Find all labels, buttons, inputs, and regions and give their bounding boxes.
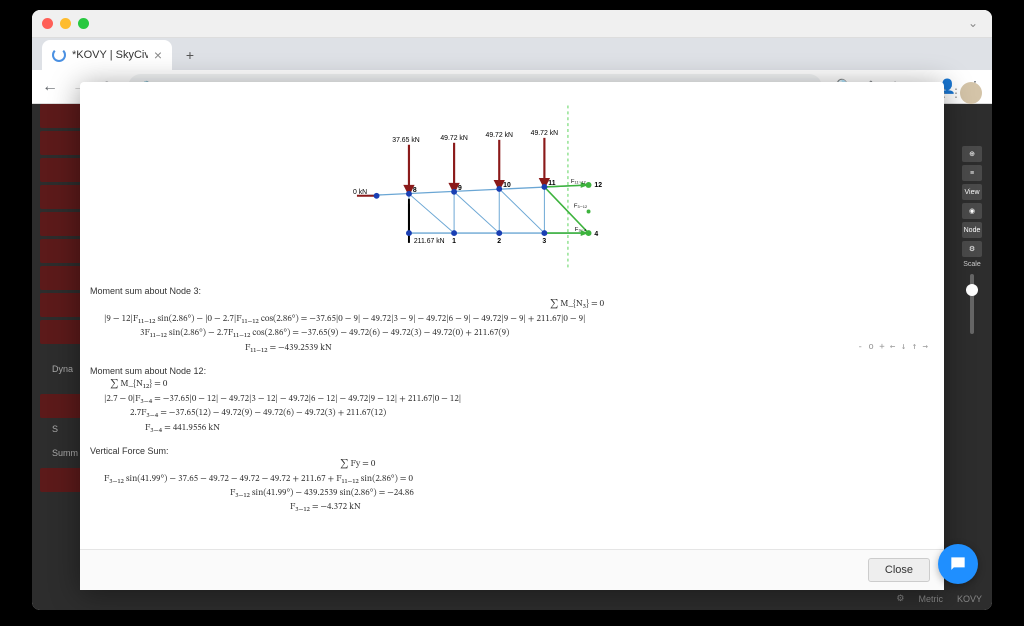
browser-tab[interactable]: *KOVY | SkyCiv ×: [42, 40, 172, 70]
titlebar: [32, 10, 992, 38]
eq: |2.7 − 0|F₃₋₄ = −37.65|0 − 12| − 49.72|3…: [104, 393, 934, 407]
panel-row[interactable]: [40, 468, 85, 492]
scale-label: Scale: [962, 261, 982, 268]
eq: ∑ M_{N₁₂} = 0: [110, 378, 934, 392]
section-summ: Summ: [52, 448, 78, 458]
load-label: 49.72 kN: [531, 130, 559, 137]
svg-text:2: 2: [497, 238, 501, 245]
load-label: 49.72 kN: [440, 135, 468, 142]
load-label: 37.65 kN: [392, 137, 420, 144]
chat-bubble-icon[interactable]: [938, 544, 978, 584]
rail-node[interactable]: Node: [962, 222, 982, 238]
favicon-icon: [52, 48, 66, 62]
sec3-title: Vertical Force Sum:: [90, 444, 934, 458]
eq: F₃₋₄ = 441.9556 kN: [145, 422, 934, 436]
panel-row[interactable]: [40, 239, 85, 263]
rail-add-node[interactable]: ⊕: [962, 146, 982, 162]
svg-text:9: 9: [458, 185, 462, 192]
panel-row[interactable]: [40, 212, 85, 236]
svg-text:1: 1: [452, 238, 456, 245]
panel-row[interactable]: [40, 131, 85, 155]
section-s: S: [52, 424, 58, 434]
panel-row[interactable]: [40, 158, 85, 182]
modal-body[interactable]: 37.65 kN 49.72 kN 49.72 kN 49.72 kN 0 kN…: [80, 82, 944, 549]
svg-text:11: 11: [548, 180, 555, 187]
close-button[interactable]: Close: [868, 558, 930, 582]
panel-row[interactable]: [40, 394, 85, 418]
right-rail: ⊕ ≡ View ◉ Node ⚙ Scale: [962, 110, 982, 340]
project-name: KOVY: [957, 594, 982, 604]
gear-icon[interactable]: ⚙: [896, 593, 904, 604]
svg-text:4: 4: [594, 231, 598, 238]
panel-row[interactable]: [40, 185, 85, 209]
panel-row[interactable]: [40, 266, 85, 290]
eq: F₃₋₁₂ sin(41.99°) − 37.65 − 49.72 − 49.7…: [104, 473, 934, 487]
sec2-title: Moment sum about Node 12:: [90, 364, 934, 378]
force-label: F₃₋₁₂: [574, 204, 587, 210]
bottom-status: ⚙ Metric KOVY: [896, 593, 982, 604]
eq: ∑ Fy = 0: [340, 458, 934, 472]
eq: F₃₋₁₂ sin(41.99°) − 439.2539 sin(2.86°) …: [230, 487, 934, 501]
section-dyna: Dyna: [52, 364, 73, 374]
load-label: 49.72 kN: [486, 132, 514, 139]
scale-slider[interactable]: [970, 274, 974, 334]
eq: F₁₁₋₁₂ = −439.2539 kN: [245, 342, 934, 356]
minimize-window-icon[interactable]: [60, 18, 71, 29]
results-modal: 37.65 kN 49.72 kN 49.72 kN 49.72 kN 0 kN…: [80, 82, 944, 590]
eq: F₃₋₁₂ = −4.372 kN: [290, 501, 934, 515]
close-window-icon[interactable]: [42, 18, 53, 29]
nav-keys-hint: - o + ← ↓ ↑ →: [858, 342, 928, 352]
force-label: F₃₋₄: [575, 227, 587, 233]
svg-text:3: 3: [542, 238, 546, 245]
truss-diagram: 37.65 kN 49.72 kN 49.72 kN 49.72 kN 0 kN…: [90, 94, 934, 274]
eq: 2.7F₃₋₄ = −37.65(12) − 49.72(9) − 49.72(…: [130, 407, 934, 421]
eq: ∑ M_{N₃} = 0: [220, 298, 934, 312]
modal-footer: Close: [80, 549, 944, 590]
tab-title: *KOVY | SkyCiv: [72, 49, 148, 61]
rail-members[interactable]: ≡: [962, 165, 982, 181]
sec1-title: Moment sum about Node 3:: [90, 284, 934, 298]
svg-text:10: 10: [503, 182, 511, 189]
zero-load: 0 kN: [353, 189, 367, 196]
force-label: F₁₁₋₁₂: [571, 179, 586, 185]
reaction-label: 211.67 kN: [414, 238, 445, 245]
back-button[interactable]: ←: [42, 78, 58, 96]
window-chevron: ⌄: [968, 16, 978, 30]
avatar[interactable]: [960, 82, 982, 104]
eq: 3F₁₁₋₁₂ sin(2.86°) − 2.7F₁₁₋₁₂ cos(2.86°…: [140, 327, 934, 341]
left-panel: Dyna S Summ: [40, 104, 85, 584]
svg-text:8: 8: [413, 187, 417, 194]
eq: |9 − 12|F₁₁₋₁₂ sin(2.86°) − |0 − 2.7|F₁₁…: [104, 313, 934, 327]
panel-row[interactable]: [40, 104, 85, 128]
units-metric[interactable]: Metric: [918, 594, 943, 604]
new-tab-button[interactable]: +: [180, 45, 200, 65]
rail-record-icon[interactable]: ◉: [962, 203, 982, 219]
svg-text:12: 12: [594, 182, 602, 189]
close-tab-icon[interactable]: ×: [154, 47, 162, 63]
slider-knob[interactable]: [966, 284, 978, 296]
panel-row[interactable]: [40, 293, 85, 317]
calculations: Moment sum about Node 3: ∑ M_{N₃} = 0 |9…: [90, 274, 934, 518]
maximize-window-icon[interactable]: [78, 18, 89, 29]
rail-settings-icon[interactable]: ⚙: [962, 241, 982, 257]
panel-row[interactable]: [40, 320, 85, 344]
tabbar: *KOVY | SkyCiv × +: [32, 38, 992, 70]
rail-view[interactable]: View: [962, 184, 982, 200]
